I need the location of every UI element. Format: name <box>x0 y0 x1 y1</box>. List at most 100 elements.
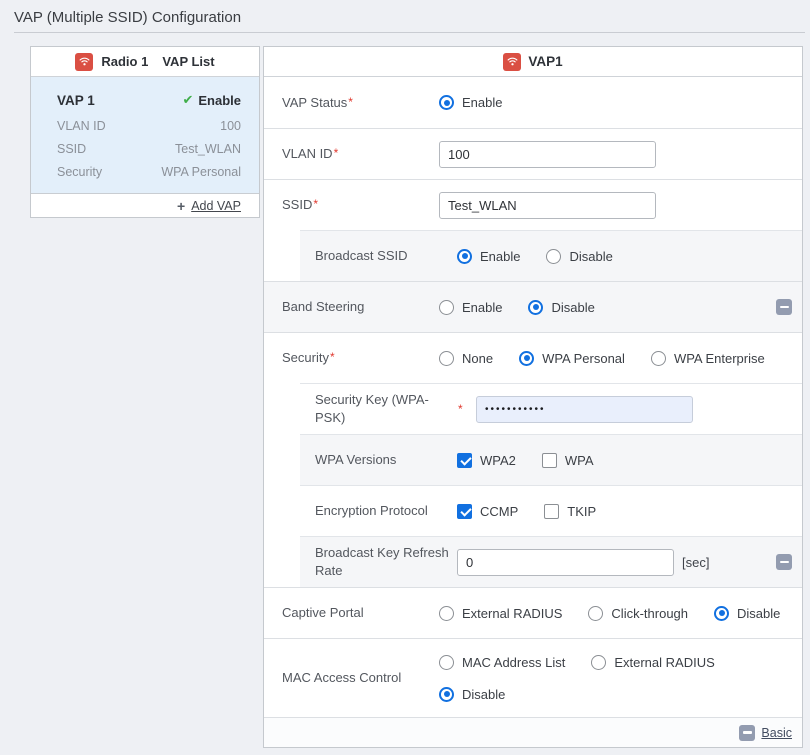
vap-card-detail-row: SSID Test_WLAN <box>57 142 241 156</box>
vap-list-header: Radio 1 VAP List <box>31 47 259 77</box>
option-label: WPA Enterprise <box>674 351 765 366</box>
band-steering-disable-radio[interactable]: Disable <box>528 300 594 315</box>
row-mac-access-control: MAC Access Control MAC Address List Exte… <box>264 638 802 717</box>
row-wpa-versions: WPA Versions WPA2 WPA <box>264 434 802 485</box>
vap-status-enable-radio[interactable]: Enable <box>439 95 502 110</box>
broadcast-key-refresh-rate-input[interactable] <box>457 549 674 576</box>
mac-external-radius-radio[interactable]: External RADIUS <box>591 655 714 670</box>
radio-icon[interactable] <box>439 351 454 366</box>
required-asterisk: * <box>458 402 476 416</box>
vap-form-footer: Basic <box>264 717 802 747</box>
row-security: Security* None WPA Personal WPA Enterpri… <box>264 332 802 383</box>
detail-label: SSID <box>57 142 86 156</box>
option-label: External RADIUS <box>614 655 714 670</box>
vap-list-footer: + Add VAP <box>31 194 259 217</box>
security-none-radio[interactable]: None <box>439 351 493 366</box>
row-ssid: SSID* <box>264 179 802 230</box>
broadcast-ssid-enable-radio[interactable]: Enable <box>457 249 520 264</box>
indent-strip <box>264 383 300 434</box>
security-wpa-enterprise-radio[interactable]: WPA Enterprise <box>651 351 765 366</box>
vap-card-status-label: Enable <box>198 93 241 108</box>
security-wpa-personal-radio[interactable]: WPA Personal <box>519 351 625 366</box>
row-security-key: Security Key (WPA-PSK) * ••••••••••• <box>264 383 802 434</box>
wpa-checkbox[interactable]: WPA <box>542 453 594 468</box>
option-label: WPA2 <box>480 453 516 468</box>
radio-icon[interactable] <box>528 300 543 315</box>
title-divider <box>14 32 805 33</box>
mac-access-control-label: MAC Access Control <box>282 669 439 687</box>
option-label: MAC Address List <box>462 655 565 670</box>
detail-value: Test_WLAN <box>175 142 241 156</box>
radio-icon[interactable] <box>439 606 454 621</box>
vap-card-detail-row: VLAN ID 100 <box>57 119 241 133</box>
radio-icon[interactable] <box>457 249 472 264</box>
broadcast-ssid-disable-radio[interactable]: Disable <box>546 249 612 264</box>
vap-form-panel: VAP1 VAP Status* Enable VLAN ID* SSID* B… <box>263 46 803 748</box>
option-label: WPA <box>565 453 594 468</box>
row-broadcast-key-refresh-rate: Broadcast Key Refresh Rate [sec] <box>264 536 802 587</box>
radio-icon[interactable] <box>519 351 534 366</box>
captive-portal-click-through-radio[interactable]: Click-through <box>588 606 688 621</box>
checkbox-icon[interactable] <box>457 453 472 468</box>
wifi-icon <box>75 53 93 71</box>
broadcast-key-refresh-rate-label: Broadcast Key Refresh Rate <box>315 544 457 580</box>
radio-icon[interactable] <box>591 655 606 670</box>
radio-icon[interactable] <box>439 95 454 110</box>
security-key-input[interactable]: ••••••••••• <box>476 396 693 423</box>
row-vap-status: VAP Status* Enable <box>264 77 802 128</box>
vap-list-label: VAP List <box>162 54 214 69</box>
option-label: Disable <box>551 300 594 315</box>
collapse-security-section-icon[interactable] <box>776 554 792 570</box>
option-label: Enable <box>480 249 520 264</box>
captive-portal-external-radius-radio[interactable]: External RADIUS <box>439 606 562 621</box>
vap-status-label: VAP Status* <box>282 94 439 112</box>
option-label: None <box>462 351 493 366</box>
option-label: Disable <box>569 249 612 264</box>
band-steering-label: Band Steering <box>282 298 439 316</box>
add-vap-link[interactable]: Add VAP <box>191 199 241 213</box>
radio-icon[interactable] <box>439 655 454 670</box>
ccmp-checkbox[interactable]: CCMP <box>457 504 518 519</box>
wpa-versions-label: WPA Versions <box>315 451 457 469</box>
captive-portal-disable-radio[interactable]: Disable <box>714 606 780 621</box>
radio-icon[interactable] <box>651 351 666 366</box>
required-asterisk: * <box>313 197 318 211</box>
vap-list-item-vap1[interactable]: VAP 1 ✔ Enable VLAN ID 100 SSID Test_WLA… <box>31 77 259 194</box>
row-band-steering: Band Steering Enable Disable <box>264 281 802 332</box>
radio-icon[interactable] <box>714 606 729 621</box>
radio-icon[interactable] <box>588 606 603 621</box>
wpa2-checkbox[interactable]: WPA2 <box>457 453 516 468</box>
option-label: External RADIUS <box>462 606 562 621</box>
band-steering-enable-radio[interactable]: Enable <box>439 300 502 315</box>
option-label: Disable <box>462 687 505 702</box>
collapse-band-steering-icon[interactable] <box>776 299 792 315</box>
radio-tab-label: Radio 1 <box>101 54 148 69</box>
checkbox-icon[interactable] <box>544 504 559 519</box>
row-captive-portal: Captive Portal External RADIUS Click-thr… <box>264 587 802 638</box>
option-label: Disable <box>737 606 780 621</box>
vap-card-detail-row: Security WPA Personal <box>57 165 241 179</box>
radio-icon[interactable] <box>439 687 454 702</box>
tkip-checkbox[interactable]: TKIP <box>544 504 596 519</box>
checkbox-icon[interactable] <box>542 453 557 468</box>
indent-strip <box>264 434 300 485</box>
detail-value: WPA Personal <box>161 165 241 179</box>
mac-disable-radio[interactable]: Disable <box>439 687 505 702</box>
vap-form-title: VAP1 <box>528 54 562 69</box>
mac-address-list-radio[interactable]: MAC Address List <box>439 655 565 670</box>
option-label: Enable <box>462 300 502 315</box>
indent-strip <box>264 485 300 536</box>
vlan-id-input[interactable] <box>439 141 656 168</box>
basic-link[interactable]: Basic <box>761 726 792 740</box>
radio-icon[interactable] <box>439 300 454 315</box>
plus-icon: + <box>177 199 185 213</box>
checkbox-icon[interactable] <box>457 504 472 519</box>
vap-card-name: VAP 1 <box>57 93 95 108</box>
radio-icon[interactable] <box>546 249 561 264</box>
collapse-to-basic-icon[interactable] <box>739 725 755 741</box>
required-asterisk: * <box>330 350 335 364</box>
broadcast-ssid-label: Broadcast SSID <box>315 247 457 265</box>
indent-strip <box>264 536 300 587</box>
ssid-input[interactable] <box>439 192 656 219</box>
encryption-protocol-label: Encryption Protocol <box>315 502 457 520</box>
